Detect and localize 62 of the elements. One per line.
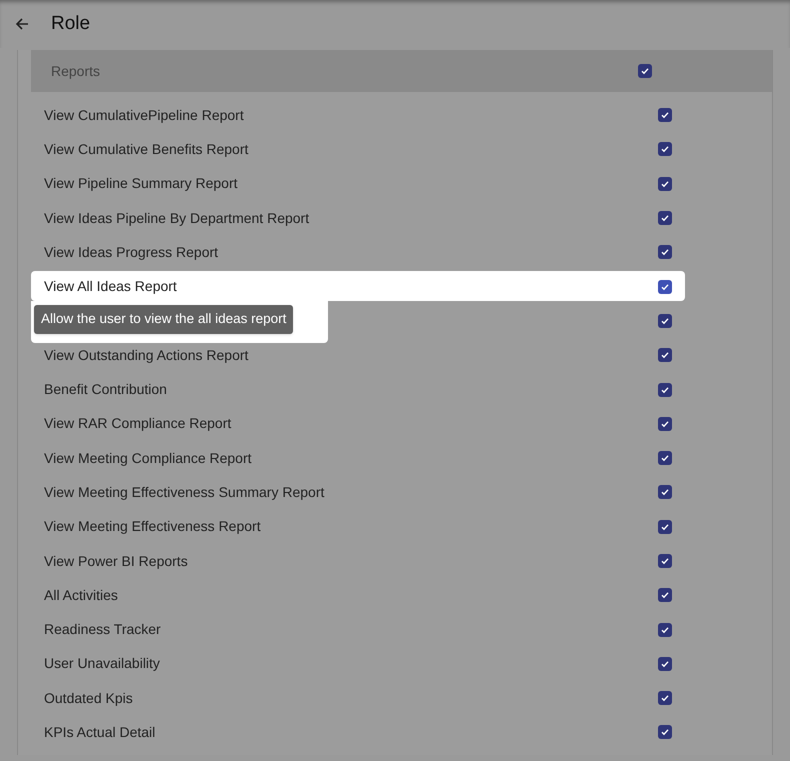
check-icon (660, 556, 670, 566)
permission-label: Benefit Contribution (44, 380, 167, 400)
checkbox[interactable] (658, 382, 672, 397)
checkbox[interactable] (658, 211, 672, 226)
permission-label: View Pipeline Summary Report (44, 174, 238, 194)
permission-label: View Power BI Reports (44, 552, 188, 571)
permission-label: View All Ideas Report (44, 277, 177, 296)
permission-label: View Ideas Pipeline By Department Report (44, 208, 310, 228)
check-icon (660, 247, 670, 258)
permission-label: View Meeting Effectiveness Summary Report (44, 482, 324, 502)
check-icon (660, 487, 670, 498)
tooltip: Allow the user to view the all ideas report (34, 305, 294, 334)
check-icon (660, 658, 670, 669)
checkbox[interactable] (658, 485, 672, 500)
check-icon (660, 522, 670, 532)
checkbox[interactable] (658, 108, 672, 122)
permission-label: KPIs Actual Detail (44, 722, 156, 742)
permission-label: View RAR Compliance Report (44, 414, 232, 434)
checkbox[interactable] (658, 416, 672, 431)
permission-label: View Meeting Compliance Report (44, 448, 252, 468)
check-icon (660, 213, 670, 224)
check-icon (660, 590, 670, 600)
checkbox[interactable] (658, 725, 672, 740)
check-icon (660, 384, 670, 395)
checkbox[interactable] (658, 245, 672, 260)
checkbox[interactable] (658, 176, 672, 191)
checkbox[interactable] (658, 691, 672, 706)
check-icon (660, 418, 670, 429)
checkbox[interactable] (638, 64, 652, 78)
checkbox[interactable] (658, 520, 672, 534)
permission-label: All Activities (44, 586, 118, 605)
check-icon (660, 178, 670, 189)
permission-label: View Meeting Effectiveness Report (44, 517, 261, 536)
permission-label: View CumulativePipeline Report (44, 106, 244, 125)
permission-label: Readiness Tracker (44, 620, 161, 640)
check-icon (660, 144, 670, 154)
section-title: Reports (51, 62, 100, 81)
check-icon (660, 727, 670, 738)
checkbox[interactable] (658, 554, 672, 568)
check-icon (660, 693, 670, 704)
permission-label: View Ideas Progress Report (44, 242, 218, 262)
page-title: Role (51, 12, 90, 36)
checkbox[interactable] (658, 280, 672, 294)
back-arrow-icon[interactable] (14, 16, 30, 32)
checkbox[interactable] (658, 348, 672, 362)
checkbox[interactable] (658, 314, 672, 328)
check-icon (660, 282, 670, 292)
check-icon (660, 316, 670, 326)
checkbox[interactable] (658, 142, 672, 156)
check-icon (660, 350, 670, 360)
checkbox[interactable] (658, 656, 672, 671)
permission-label: View Cumulative Benefits Report (44, 140, 248, 159)
permission-label: View Outstanding Actions Report (44, 346, 248, 365)
checkbox[interactable] (658, 622, 672, 637)
check-icon (660, 624, 670, 635)
permission-label: Outdated Kpis (44, 688, 133, 708)
check-icon (660, 110, 670, 120)
permission-label: User Unavailability (44, 654, 160, 674)
check-icon (640, 66, 650, 76)
check-icon (660, 453, 670, 464)
checkbox[interactable] (658, 588, 672, 602)
checkbox[interactable] (658, 451, 672, 466)
